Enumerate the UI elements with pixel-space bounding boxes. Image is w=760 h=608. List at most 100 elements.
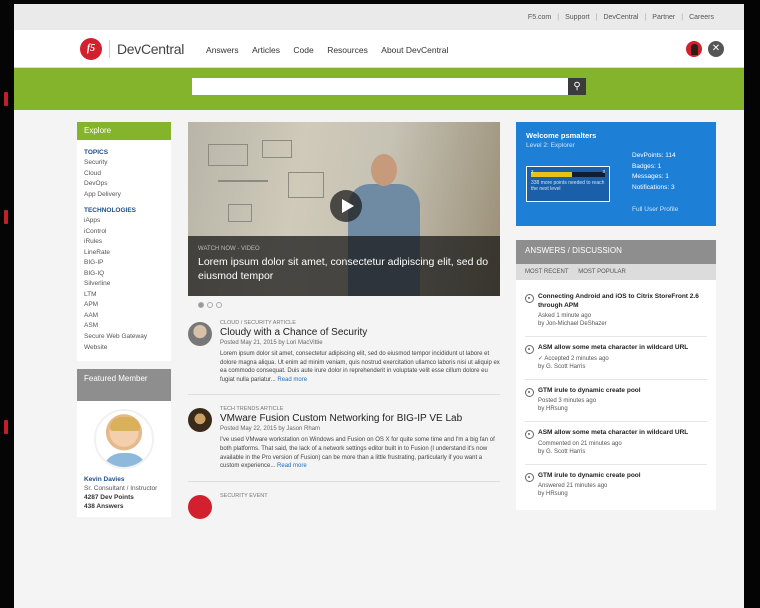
points-needed-text: 338 more points needed to reach the next… [531,180,605,192]
question-status: Posted 3 minutes ago [538,398,597,404]
user-level: Level 2: Explorer [526,142,575,149]
explore-heading: Explore [77,122,171,140]
sidebar-item-tech[interactable]: Silverline [84,279,164,290]
welcome-title: Welcome psmalters [526,131,597,140]
stat-value[interactable]: 1 [658,163,662,170]
sidebar-item-topic[interactable]: Cloud [84,169,164,180]
list-item[interactable]: ASM allow some meta character in wildcar… [525,337,707,380]
article-excerpt: Lorem ipsum dolor sit amet, consectetur … [220,351,500,383]
browser-page: F5.com | Support | DevCentral | Partner | Ca… [14,4,744,608]
question-title[interactable]: ASM allow some meta character in wildcar… [538,429,688,438]
question-author[interactable]: by HRsung [538,490,641,498]
question-author[interactable]: by HRsung [538,405,641,413]
list-item[interactable]: Connecting Android and iOS to Citrix Sto… [525,286,707,337]
hero-video[interactable]: WATCH NOW - VIDEO Lorem ipsum dolor sit … [188,122,500,296]
tab-most-recent[interactable]: MOST RECENT [525,269,569,275]
article-meta: Posted May 21, 2015 by Lori MacVittie [220,340,323,346]
explore-panel: TOPICS Security Cloud DevOps App Deliver… [77,140,171,361]
close-icon[interactable]: ✕ [708,40,724,57]
level-start: 2 [531,169,534,174]
question-icon [525,345,534,354]
search-bar-band: ⚲ [14,68,744,110]
utility-link[interactable]: Partner [646,14,681,21]
list-item[interactable]: ASM allow some meta character in wildcar… [525,422,707,465]
read-more-link[interactable]: Read more [277,377,307,383]
stat-label: Notifications: [632,183,670,191]
sidebar-item-tech[interactable]: ASM [84,321,164,332]
sidebar-item-tech[interactable]: iRules [84,237,164,248]
utility-link[interactable]: F5.com [522,14,557,21]
question-author[interactable]: by G. Scott Harris [538,448,688,456]
carousel-dot[interactable] [198,302,204,308]
utility-link[interactable]: Careers [683,14,720,21]
author-avatar[interactable] [188,408,212,433]
question-title[interactable]: GTM irule to dynamic create pool [538,387,641,396]
member-name[interactable]: Kevin Davies [84,475,164,484]
whiteboard-drawing [198,136,348,236]
question-status: Commented on 21 minutes ago [538,440,622,447]
question-author[interactable]: by G. Scott Harris [538,363,688,371]
user-avatar[interactable] [686,40,702,57]
sidebar-item-tech[interactable]: BIG-IP [84,258,164,269]
question-title[interactable]: GTM irule to dynamic create pool [538,472,641,481]
carousel-dot[interactable] [216,302,222,308]
list-item[interactable]: GTM irule to dynamic create pool Answere… [525,465,707,507]
stat-value[interactable]: 1 [665,173,669,180]
nav-resources[interactable]: Resources [327,45,368,55]
f5-logo-icon[interactable]: f5 [80,37,102,60]
sidebar-item-tech[interactable]: APM [84,300,164,311]
author-avatar[interactable] [188,322,212,346]
technologies-heading: TECHNOLOGIES [84,207,137,214]
bezel-light [4,92,8,106]
carousel-dot[interactable] [207,302,213,308]
nav-articles[interactable]: Articles [252,45,280,55]
article-item: SECURITY EVENT [188,493,500,529]
question-author[interactable]: by Jon-Michael DeShazer [538,320,707,328]
sidebar-item-tech[interactable]: LineRate [84,248,164,259]
sidebar-item-tech[interactable]: Secure Web Gateway [84,333,164,341]
sidebar-item-tech[interactable]: BIG-IQ [84,269,164,280]
article-meta: Posted May 22, 2015 by Jason Rham [220,426,321,433]
sidebar-item-topic[interactable]: Security [84,158,164,169]
search-icon[interactable]: ⚲ [568,78,586,95]
featured-member-heading: Featured Member [77,369,171,401]
article-title[interactable]: VMware Fusion Custom Networking for BIG-… [220,413,500,425]
full-profile-link[interactable]: Full User Profile [632,206,678,213]
bezel-light [4,210,8,224]
sidebar-item-tech[interactable]: Website [84,343,164,354]
sidebar-item-topic[interactable]: App Delivery [84,190,164,201]
hero-title[interactable]: Lorem ipsum dolor sit amet, consectetur … [198,255,490,283]
stat-value[interactable]: 114 [665,152,675,159]
tab-most-popular[interactable]: MOST POPULAR [578,269,626,275]
site-logo-text[interactable]: DevCentral [117,41,184,57]
sidebar-item-tech[interactable]: iControl [84,227,164,238]
nav-answers[interactable]: Answers [206,45,239,55]
list-item[interactable]: GTM irule to dynamic create pool Posted … [525,380,707,422]
sidebar-item-tech[interactable]: AAM [84,311,164,322]
article-kicker: CLOUD / SECURITY ARTICLE [220,320,296,326]
utility-link[interactable]: DevCentral [597,14,644,21]
stat-value[interactable]: 3 [671,184,675,191]
answers-list: Connecting Android and iOS to Citrix Sto… [516,280,716,510]
nav-code[interactable]: Code [293,45,313,55]
article-item: CLOUD / SECURITY ARTICLE Cloudy with a C… [188,320,500,396]
article-item: TECH TRENDS ARTICLE VMware Fusion Custom… [188,406,500,482]
utility-link[interactable]: Support [559,14,596,21]
play-button[interactable] [330,190,362,222]
question-title[interactable]: ASM allow some meta character in wildcar… [538,344,688,353]
member-avatar[interactable] [94,409,154,469]
read-more-link[interactable]: Read more [277,463,307,469]
question-icon [525,387,534,397]
sidebar-item-tech[interactable]: LTM [84,290,164,301]
search-input[interactable] [192,78,568,95]
event-icon[interactable] [188,494,212,519]
question-icon [525,472,534,482]
user-stats: DevPoints: 114 Badges: 1 Messages: 1 Not… [632,151,676,193]
question-title[interactable]: Connecting Android and iOS to Citrix Sto… [538,293,707,310]
presenter-head [371,154,397,186]
stat-label: Messages: [632,173,664,180]
article-title[interactable]: Cloudy with a Chance of Security [220,327,500,339]
sidebar-item-tech[interactable]: iApps [84,216,164,227]
sidebar-item-topic[interactable]: DevOps [84,179,164,190]
nav-about[interactable]: About DevCentral [381,45,448,55]
